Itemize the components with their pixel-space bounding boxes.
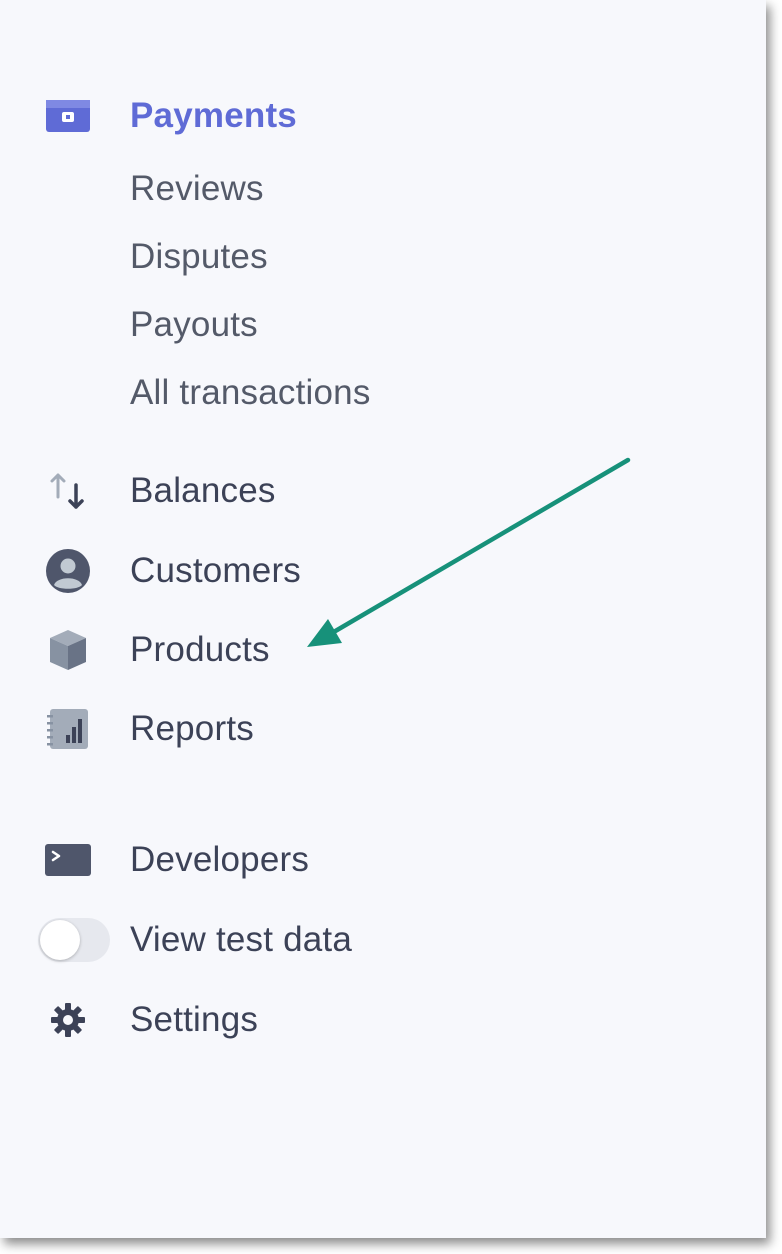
sidebar-panel: Payments Reviews Disputes Payouts All tr… [0,0,766,1238]
annotation-arrow [307,457,631,647]
